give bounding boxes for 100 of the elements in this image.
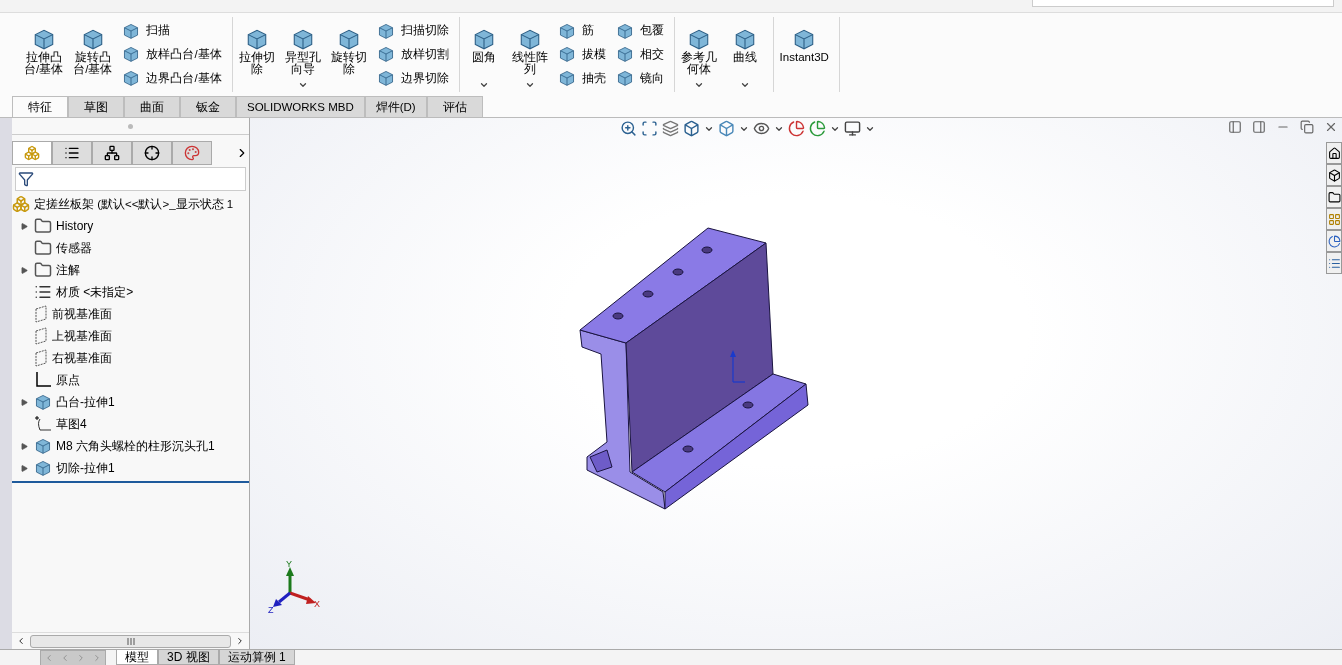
folder-button[interactable] <box>1326 186 1342 208</box>
filter-icon <box>18 171 34 187</box>
command-button[interactable]: 拔模 <box>555 45 608 64</box>
command-button[interactable]: 拉伸切 除 <box>236 19 277 90</box>
search-field[interactable] <box>1032 0 1334 7</box>
tree-item[interactable]: M8 六角头螺栓的柱形沉头孔1 <box>56 437 215 455</box>
3d-viewport[interactable]: Y X Z <box>250 118 1342 649</box>
command-button[interactable]: 边界切除 <box>374 69 451 88</box>
bottom-tab[interactable]: 运动算例 1 <box>218 650 295 665</box>
expand-arrow-icon[interactable] <box>20 266 28 274</box>
caret-icon <box>524 80 535 90</box>
tree-item[interactable]: History <box>56 219 94 233</box>
tree-item[interactable]: 传感器 <box>56 239 92 257</box>
scroll-left-icon[interactable] <box>16 636 26 646</box>
command-button[interactable]: 包覆 <box>613 21 666 40</box>
property-tab[interactable] <box>52 141 92 165</box>
restore-icon[interactable] <box>1300 120 1314 134</box>
appearance-button[interactable] <box>1326 230 1342 252</box>
command-button[interactable]: 圆角 <box>463 19 504 90</box>
caret-icon <box>297 80 308 90</box>
ribbon-tab[interactable]: 钣金 <box>180 96 236 117</box>
crosshair-icon <box>144 145 160 161</box>
library-button[interactable] <box>1326 164 1342 186</box>
command-button[interactable]: 扫描切除 <box>374 21 451 40</box>
command-button[interactable]: 放样凸台/基体 <box>120 45 224 64</box>
list-icon <box>34 283 52 301</box>
command-button[interactable]: 拉伸凸 台/基体 <box>22 19 66 90</box>
command-button[interactable]: 旋转切 除 <box>328 19 369 90</box>
command-button[interactable]: 线性阵 列 <box>509 19 550 90</box>
tree-item[interactable]: 切除-拉伸1 <box>56 459 115 477</box>
first-icon <box>44 652 54 663</box>
axis-label: Z <box>268 605 274 615</box>
filter-field[interactable] <box>15 167 246 191</box>
cube-icon <box>557 45 576 64</box>
caret-icon <box>739 80 750 90</box>
home-button[interactable] <box>1326 142 1342 164</box>
ribbon-tab[interactable]: 评估 <box>426 96 483 117</box>
expand-arrow-icon[interactable] <box>20 464 28 472</box>
tree-root-label[interactable]: 定搓丝板架 (默认<<默认>_显示状态 1 <box>34 196 234 212</box>
tree-item[interactable]: 材质 <未指定> <box>56 283 134 301</box>
command-button[interactable]: 边界凸台/基体 <box>120 69 224 88</box>
color-wheel-icon[interactable] <box>788 120 805 137</box>
zoom-icon[interactable] <box>620 120 637 137</box>
cube-icon <box>122 45 141 64</box>
cube-icon <box>1327 168 1341 182</box>
expand-arrow-icon[interactable] <box>20 398 28 406</box>
command-button[interactable]: 旋转凸 台/基体 <box>71 19 115 90</box>
home-icon <box>1327 146 1341 160</box>
tree-item[interactable]: 注解 <box>56 261 80 279</box>
tree-item[interactable]: 草图4 <box>56 415 87 433</box>
list-button[interactable] <box>1326 252 1342 274</box>
tree-item[interactable]: 前视基准面 <box>52 305 112 323</box>
ribbon-tab[interactable]: 曲面 <box>124 96 180 117</box>
command-button[interactable]: 镜向 <box>613 69 666 88</box>
cube-icon[interactable] <box>683 120 700 137</box>
caret-icon <box>693 80 704 90</box>
ribbon-tab[interactable]: SOLIDWORKS MBD <box>236 96 365 117</box>
splitter-handle[interactable] <box>128 123 133 129</box>
command-button[interactable]: 扫描 <box>120 21 224 40</box>
tree-item[interactable]: 原点 <box>56 371 80 389</box>
config-tab[interactable] <box>92 141 132 165</box>
command-button[interactable]: 异型孔 向导 <box>282 19 323 90</box>
scroll-right-icon[interactable] <box>235 636 245 646</box>
tree-item[interactable]: 上视基准面 <box>52 327 112 345</box>
zoom-area-icon[interactable] <box>641 120 658 137</box>
cube-icon[interactable] <box>718 120 735 137</box>
color-wheel-icon[interactable] <box>809 120 826 137</box>
command-button[interactable]: 抽壳 <box>555 69 608 88</box>
panel-right-icon[interactable] <box>1252 120 1266 134</box>
previous-icon <box>60 652 70 663</box>
next-icon <box>76 652 86 663</box>
close-icon[interactable] <box>1324 120 1338 134</box>
folder-icon <box>34 217 52 235</box>
horizontal-scrollbar[interactable] <box>12 632 249 649</box>
dimension-tab[interactable] <box>132 141 172 165</box>
layers-icon[interactable] <box>662 120 679 137</box>
tree-item[interactable]: 右视基准面 <box>52 349 112 367</box>
command-button[interactable]: 筋 <box>555 21 608 40</box>
monitor-icon[interactable] <box>844 120 861 137</box>
panel-left-icon[interactable] <box>1228 120 1242 134</box>
bottom-tab[interactable]: 3D 视图 <box>158 650 219 665</box>
command-button[interactable]: 相交 <box>613 45 666 64</box>
expand-arrow-icon[interactable] <box>20 222 28 230</box>
folder-icon <box>1327 190 1341 204</box>
bottom-tab[interactable]: 模型 <box>116 650 158 665</box>
expand-arrow-icon[interactable] <box>20 442 28 450</box>
eye-icon[interactable] <box>753 120 770 137</box>
display-tab[interactable] <box>172 141 212 165</box>
command-button[interactable]: Instant3D <box>777 19 831 90</box>
tree-item[interactable]: 凸台-拉伸1 <box>56 393 115 411</box>
ribbon-tab[interactable]: 焊件(D) <box>364 96 427 117</box>
command-button[interactable]: 放样切割 <box>374 45 451 64</box>
command-button[interactable]: 参考几 何体 <box>678 19 719 90</box>
plane-icon <box>34 349 48 367</box>
part-icon <box>12 195 30 213</box>
command-button[interactable]: 曲线 <box>724 19 765 90</box>
ribbon-tab[interactable]: 特征 <box>12 96 68 117</box>
ribbon-tab[interactable]: 草图 <box>68 96 124 117</box>
cube-icon <box>557 69 576 88</box>
axis-label: Y <box>286 559 292 569</box>
